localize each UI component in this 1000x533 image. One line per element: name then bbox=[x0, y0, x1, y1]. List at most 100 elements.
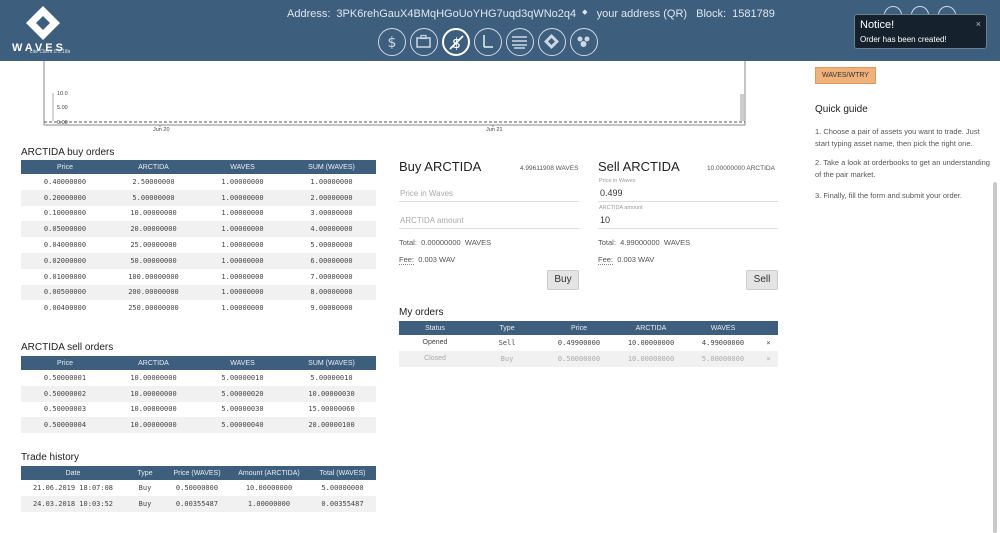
close-icon[interactable]: × bbox=[976, 19, 981, 29]
address-value[interactable]: 3PK6rehGauX4BMqHGoUoYHG7uqd3qWNo2q4 bbox=[336, 8, 576, 20]
page-scrollbar[interactable] bbox=[993, 182, 997, 533]
table-cell: Buy bbox=[138, 483, 152, 492]
sell-fee-value[interactable]: 0.003 WAV bbox=[617, 255, 654, 264]
buy-orders-table-wrap[interactable]: Price ARCTIDA WAVES SUM (WAVES) 0.400000… bbox=[21, 160, 376, 326]
wallet-icon[interactable]: $ bbox=[378, 28, 406, 56]
col-header: Amount (ARCTIDA) bbox=[229, 466, 309, 480]
table-cell: 5.00000010 bbox=[310, 373, 353, 382]
buy-total-label: Total: bbox=[399, 238, 417, 247]
buy-button[interactable]: Buy bbox=[547, 270, 579, 290]
sell-price-input[interactable]: 0.499 bbox=[600, 188, 623, 198]
table-cell: 5.00000000 bbox=[109, 189, 198, 206]
col-header: ARCTIDA bbox=[615, 321, 687, 335]
table-row[interactable]: 24.03.2018 10:03:52 Buy 0.00355487 1.000000… bbox=[21, 495, 376, 512]
buy-price-input[interactable]: Price in Waves bbox=[400, 189, 453, 198]
col-header: Status bbox=[399, 321, 471, 335]
order-waves: 4.99000000 bbox=[701, 338, 745, 347]
table-row[interactable]: 0.02000000 50.00000000 1.00000000 6.0000000… bbox=[21, 252, 376, 269]
col-header: WAVES bbox=[198, 356, 287, 370]
col-header: SUM (WAVES) bbox=[287, 160, 376, 174]
table-row[interactable]: 0.00500000 200.00000000 1.00000000 8.000000… bbox=[21, 284, 376, 301]
order-arctida: 10.00000000 bbox=[627, 338, 675, 347]
table-cell: 9.00000000 bbox=[310, 304, 353, 313]
table-cell: 10.00000000 bbox=[130, 405, 177, 414]
table-row[interactable]: 0.05000000 20.00000000 1.00000000 4.0000000… bbox=[21, 221, 376, 238]
order-row[interactable]: Closed Buy 0.50000000 10.00000000 5.00000000… bbox=[399, 350, 778, 367]
table-cell: 7.00000000 bbox=[310, 272, 353, 281]
qr-address-link[interactable]: your address (QR) bbox=[597, 8, 687, 20]
table-cell: 0.00500000 bbox=[21, 284, 109, 301]
price-chart: 10.0 5.00 0.00 Jun 20 Jun 21 bbox=[43, 61, 746, 133]
history-icon[interactable] bbox=[506, 28, 534, 56]
buy-balance: 4.99611908 WAVES bbox=[520, 165, 579, 172]
table-cell: 5.00000010 bbox=[221, 373, 264, 382]
table-row[interactable]: 0.50000003 10.00000000 5.00000030 15.000000… bbox=[21, 402, 376, 418]
table-cell: 5.00000040 bbox=[198, 417, 287, 434]
buy-amount-input[interactable]: ARCTIDA amount bbox=[400, 216, 464, 225]
table-row[interactable]: 0.04000000 25.00000000 1.00000000 5.0000000… bbox=[21, 237, 376, 253]
buy-orders-table: Price ARCTIDA WAVES SUM (WAVES) 0.400000… bbox=[21, 160, 376, 316]
table-cell: 200.00000000 bbox=[109, 284, 198, 301]
portfolio-icon[interactable] bbox=[410, 28, 438, 56]
sell-fee-label: Fee: bbox=[598, 255, 614, 265]
asset-pair-button[interactable]: WAVES/WTRY bbox=[815, 67, 876, 84]
dex-icon[interactable]: $ bbox=[442, 28, 470, 56]
buy-fee-label: Fee: bbox=[399, 255, 415, 265]
quick-guide-title: Quick guide bbox=[815, 104, 868, 115]
table-cell: 24.03.2018 10:03:52 bbox=[21, 495, 125, 512]
table-cell: 0.00355487 bbox=[309, 495, 376, 512]
address-label: Address: bbox=[287, 8, 331, 20]
col-header: WAVES bbox=[687, 321, 759, 335]
table-row[interactable]: 0.00400000 250.00000000 1.00000000 9.000000… bbox=[21, 300, 376, 316]
buy-fee: Fee: 0.003 WAV bbox=[399, 255, 455, 265]
cancel-order-icon[interactable]: × bbox=[759, 335, 778, 351]
buy-fee-value[interactable]: 0.003 WAV bbox=[418, 255, 455, 264]
top-header: WAVES Lite Client 0.5.18a Address: 3PK6re… bbox=[0, 0, 1000, 61]
table-cell: 10.00000000 bbox=[130, 209, 177, 218]
trade-history-table: Date Type Price (WAVES) Amount (ARCTIDA)… bbox=[21, 466, 376, 512]
tokens-icon[interactable] bbox=[538, 28, 566, 56]
copy-icon[interactable]: ◆ bbox=[582, 9, 587, 16]
table-row[interactable]: 0.50000001 10.00000000 5.00000010 5.0000001… bbox=[21, 370, 376, 386]
table-cell: 4.00000000 bbox=[287, 221, 376, 238]
table-row[interactable]: 0.20000000 5.00000000 1.00000000 2.00000000 bbox=[21, 189, 376, 206]
table-cell: 10.00000030 bbox=[287, 385, 376, 402]
my-orders-title: My orders bbox=[399, 307, 444, 318]
y-tick-label: 10.0 bbox=[57, 91, 68, 97]
table-cell: 15.00000060 bbox=[308, 405, 355, 414]
table-row[interactable]: 0.10000000 10.00000000 1.00000000 3.0000000… bbox=[21, 206, 376, 222]
community-icon[interactable] bbox=[570, 28, 598, 56]
table-row[interactable]: 0.50000004 10.00000000 5.00000040 20.000001… bbox=[21, 417, 376, 434]
sell-total: Total: 4.99000000 WAVES bbox=[598, 238, 690, 247]
table-cell: 5.00000030 bbox=[221, 405, 264, 414]
table-cell: 0.00355487 bbox=[165, 495, 229, 512]
sell-button[interactable]: Sell bbox=[746, 270, 778, 290]
trade-history-title: Trade history bbox=[21, 452, 79, 463]
table-cell: 1.00000000 bbox=[221, 272, 264, 281]
cancel-order-icon[interactable]: × bbox=[759, 350, 778, 367]
table-cell: Buy bbox=[125, 495, 165, 512]
table-cell: 1.00000000 bbox=[198, 221, 287, 238]
table-cell: 10.00000000 bbox=[130, 373, 177, 382]
table-cell: 0.02000000 bbox=[21, 252, 109, 269]
sell-amount-input[interactable]: 10 bbox=[600, 215, 610, 225]
table-row[interactable]: 0.01000000 100.00000000 1.00000000 7.000000… bbox=[21, 269, 376, 285]
col-header: ARCTIDA bbox=[109, 160, 198, 174]
x-tick-label: Jun 21 bbox=[486, 127, 503, 133]
order-price: 0.50000000 bbox=[543, 350, 615, 367]
table-cell: 50.00000000 bbox=[109, 252, 198, 269]
table-cell: 0.50000002 bbox=[21, 385, 109, 402]
table-cell: 2.50000000 bbox=[132, 177, 175, 186]
buy-total-unit: WAVES bbox=[464, 238, 492, 247]
order-row[interactable]: Opened Sell 0.49900000 10.00000000 4.9900000… bbox=[399, 335, 778, 351]
table-row[interactable]: 21.06.2019 18:07:08 Buy 0.50000000 10.00000… bbox=[21, 480, 376, 496]
col-header: ARCTIDA bbox=[109, 356, 198, 370]
sell-orders-table: Price ARCTIDA WAVES SUM (WAVES) 0.500000… bbox=[21, 356, 376, 434]
table-cell: 100.00000000 bbox=[128, 272, 179, 281]
buy-orders-title: ARCTIDA buy orders bbox=[21, 147, 115, 158]
col-header: Price (WAVES) bbox=[165, 466, 229, 480]
table-row[interactable]: 0.50000002 10.00000000 5.00000020 10.000000… bbox=[21, 385, 376, 402]
leasing-icon[interactable] bbox=[474, 28, 502, 56]
table-row[interactable]: 0.40000000 2.50000000 1.00000000 1.00000000 bbox=[21, 174, 376, 190]
sell-form-title: Sell ARCTIDA bbox=[598, 159, 680, 174]
